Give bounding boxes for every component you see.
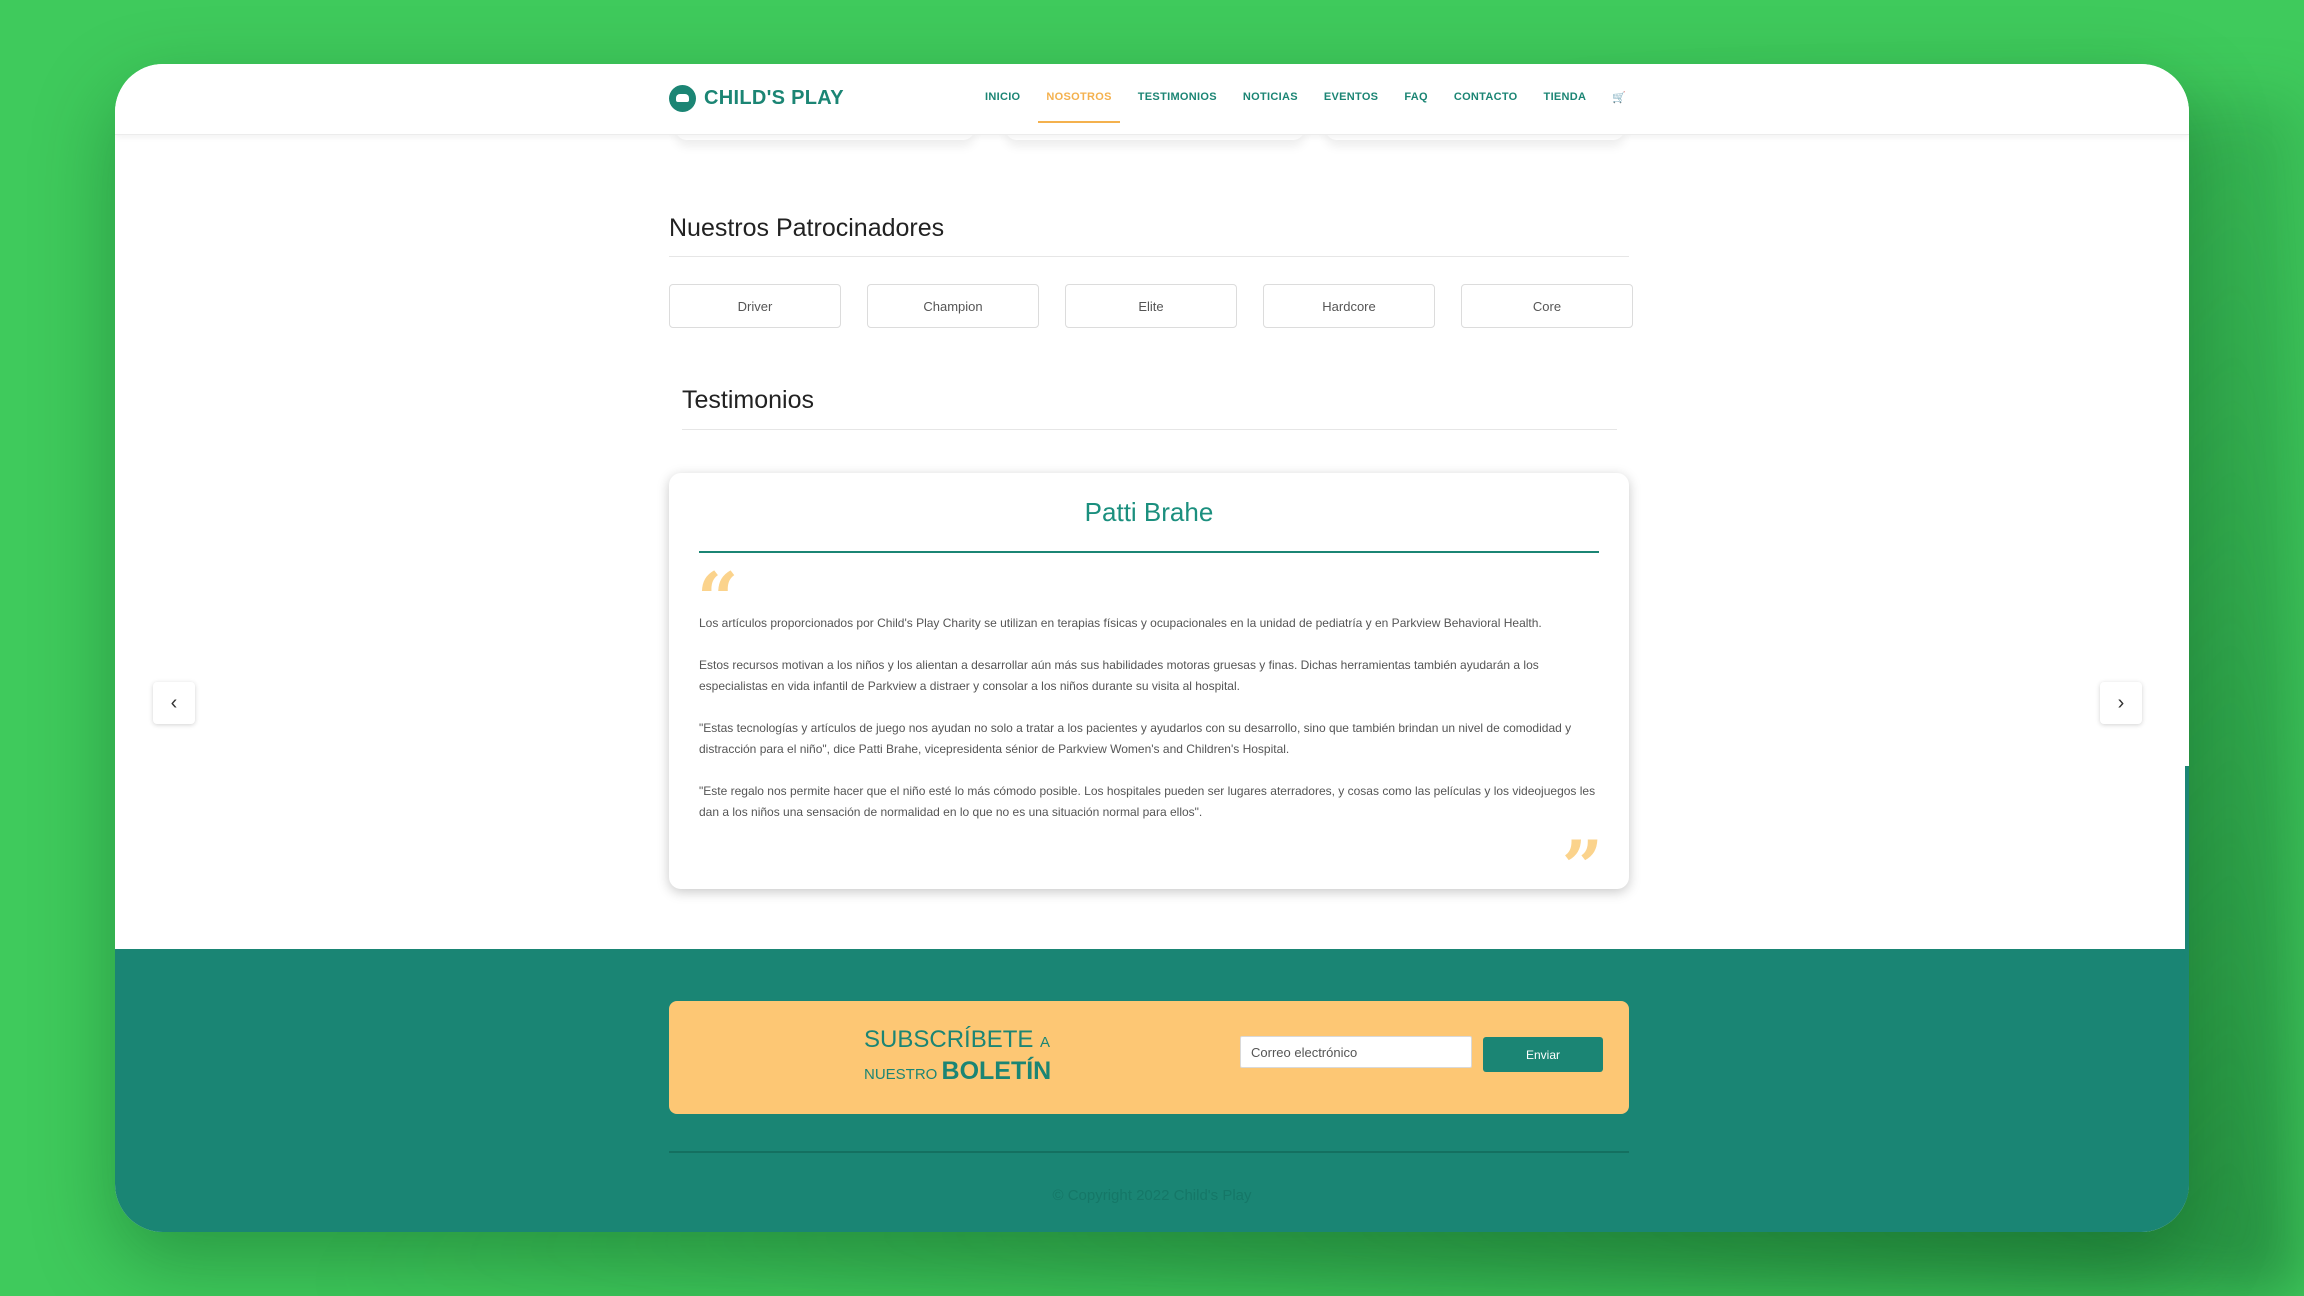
testimonial-paragraph: "Este regalo nos permite hacer que el ni… [699,784,1596,819]
newsletter-box: SUBSCRÍBETE A NUESTRO BOLETÍN Enviar [669,1001,1629,1114]
site-logo[interactable]: CHILD'S PLAY [669,85,844,112]
newsletter-title-small: A [1040,1034,1051,1051]
author-underline [699,551,1599,553]
nav-noticias[interactable]: NOTICIAS [1243,91,1298,104]
testimonial-card: Patti Brahe “ Los artículos proporcionad… [669,473,1629,903]
copyright-text: © Copyright 2022 Child's Play [1052,1187,1252,1204]
sponsors-heading: Nuestros Patrocinadores [669,214,945,242]
nav-contacto[interactable]: CONTACTO [1454,91,1518,104]
divider [669,256,1629,257]
site-footer: SUBSCRÍBETE A NUESTRO BOLETÍN Enviar © C… [115,949,2189,1232]
newsletter-title-small: NUESTRO [864,1066,938,1083]
scrollbar-thumb[interactable] [2185,766,2189,1232]
nav-faq[interactable]: FAQ [1404,91,1428,104]
nav-nosotros[interactable]: NOSOTROS [1038,91,1121,123]
testimonial-paragraph: Estos recursos motivan a los niños y los… [699,658,1539,693]
nav-tienda[interactable]: TIENDA [1544,91,1587,104]
divider [682,429,1617,430]
sponsor-tier-hardcore[interactable]: Hardcore [1263,284,1435,328]
sponsor-tier-champion[interactable]: Champion [867,284,1039,328]
testimonial-body: Los artículos proporcionados por Child's… [699,613,1599,844]
nav-inicio[interactable]: INICIO [985,91,1020,104]
newsletter-title-main: SUBSCRÍBETE [864,1026,1034,1053]
carousel-prev-button[interactable]: ‹ [153,682,195,724]
testimonial-paragraph: "Estas tecnologías y artículos de juego … [699,721,1572,756]
submit-button[interactable]: Enviar [1483,1037,1603,1072]
site-header: CHILD'S PLAY INICIO NOSOTROS TESTIMONIOS… [115,64,2189,135]
testimonials-heading: Testimonios [682,386,814,414]
sponsor-tier-elite[interactable]: Elite [1065,284,1237,328]
newsletter-title: SUBSCRÍBETE A NUESTRO BOLETÍN [864,1026,1051,1086]
sponsor-tiers: Driver Champion Elite Hardcore Core [669,284,1633,328]
newsletter-title-bold: BOLETÍN [941,1057,1052,1085]
testimonial-author: Patti Brahe [1084,497,1214,527]
sponsor-tier-core[interactable]: Core [1461,284,1633,328]
brand-name: CHILD'S PLAY [704,87,844,109]
cart-icon[interactable]: 🛒 [1612,91,1626,104]
close-quote-icon: ” [1561,824,1603,909]
email-field[interactable] [1240,1036,1472,1068]
main-nav: INICIO NOSOTROS TESTIMONIOS NOTICIAS EVE… [985,91,1626,123]
browser-frame: CHILD'S PLAY INICIO NOSOTROS TESTIMONIOS… [115,64,2189,1232]
sponsor-tier-driver[interactable]: Driver [669,284,841,328]
footer-divider [669,1151,1629,1153]
nav-testimonios[interactable]: TESTIMONIOS [1138,91,1217,104]
nav-eventos[interactable]: EVENTOS [1324,91,1378,104]
testimonial-paragraph: Los artículos proporcionados por Child's… [699,616,1542,630]
carousel-next-button[interactable]: › [2100,682,2142,724]
gamepad-logo-icon [669,85,696,112]
